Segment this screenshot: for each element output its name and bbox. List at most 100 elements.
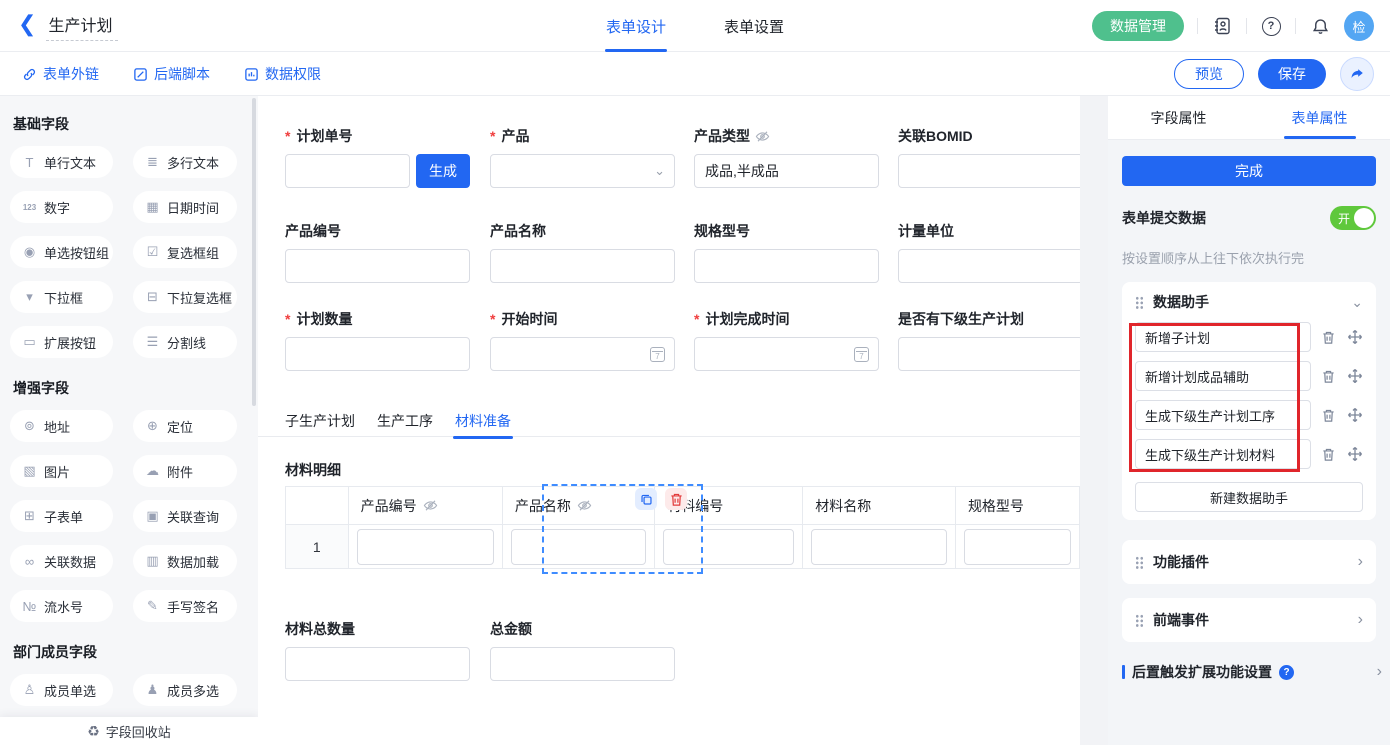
post-trigger-settings-row[interactable]: 后置触发扩展功能设置 ? › [1122, 662, 1382, 682]
canvas-field-6[interactable]: 规格型号 [694, 221, 879, 283]
chevron-down-icon[interactable]: ⌄ [1351, 294, 1363, 311]
frontend-event-card[interactable]: 前端事件 › [1122, 598, 1376, 642]
drag-handle-icon[interactable] [1135, 296, 1144, 309]
generate-button[interactable]: 生成 [416, 154, 470, 188]
sidebar-field-locate[interactable]: ⊕定位 [133, 410, 237, 442]
chevron-right-icon[interactable]: › [1377, 663, 1382, 681]
help-icon[interactable]: ? [1260, 15, 1282, 37]
field-recycle-bin[interactable]: ♻ 字段回收站 [0, 717, 258, 745]
sidebar-field-checkbox-group[interactable]: ☑复选框组 [133, 236, 237, 268]
done-button[interactable]: 完成 [1122, 156, 1376, 186]
select-input[interactable]: ⌄ [490, 154, 675, 188]
text-input[interactable]: 成品,半成品 [694, 154, 879, 188]
canvas-field-9[interactable]: *开始时间 [490, 309, 675, 371]
drag-handle-icon[interactable] [1135, 614, 1144, 627]
canvas-field-1[interactable]: *产品⌄ [490, 126, 675, 188]
text-input[interactable] [490, 647, 675, 681]
toolbar-link-0[interactable]: 表单外链 [22, 64, 99, 84]
move-icon[interactable] [1346, 446, 1363, 463]
canvas-footer-field-0[interactable]: 材料总数量 [285, 619, 470, 681]
sidebar-field-dropdown[interactable]: ▾下拉框 [10, 281, 113, 313]
text-input[interactable] [694, 249, 879, 283]
sidebar-field-image[interactable]: ▧图片 [10, 455, 113, 487]
canvas-field-10[interactable]: *计划完成时间 [694, 309, 879, 371]
text-input[interactable] [898, 154, 1080, 188]
detail-tab-1[interactable]: 生产工序 [377, 411, 433, 439]
move-icon[interactable] [1346, 329, 1363, 346]
sidebar-field-subform[interactable]: ⊞子表单 [10, 500, 113, 532]
sidebar-field-divider[interactable]: ☰分割线 [133, 326, 237, 358]
chevron-right-icon[interactable]: › [1358, 553, 1363, 571]
share-icon[interactable] [1340, 57, 1374, 91]
user-avatar[interactable]: 检 [1344, 11, 1374, 41]
assistant-item-name[interactable]: 新增子计划 [1135, 322, 1311, 352]
canvas-field-7[interactable]: 计量单位 [898, 221, 1080, 283]
canvas-footer-field-1[interactable]: 总金额 [490, 619, 675, 681]
save-button[interactable]: 保存 [1258, 59, 1326, 89]
sidebar-field-attachment[interactable]: ☁附件 [133, 455, 237, 487]
toolbar-link-1[interactable]: 后端脚本 [133, 64, 210, 84]
text-input[interactable] [285, 337, 470, 371]
move-icon[interactable] [1346, 368, 1363, 385]
drag-handle-icon[interactable] [1135, 556, 1144, 569]
delete-icon[interactable] [1320, 407, 1337, 424]
delete-icon[interactable] [1320, 368, 1337, 385]
detail-tab-2[interactable]: 材料准备 [455, 411, 511, 439]
text-input[interactable] [898, 337, 1080, 371]
canvas-field-3[interactable]: 关联BOMID [898, 126, 1080, 188]
function-plugin-card[interactable]: 功能插件 › [1122, 540, 1376, 584]
sidebar-field-member-multi[interactable]: ♟成员多选 [133, 674, 237, 706]
assistant-item-name[interactable]: 生成下级生产计划工序 [1135, 400, 1311, 430]
new-data-assistant-button[interactable]: 新建数据助手 [1135, 482, 1363, 512]
date-input[interactable] [694, 337, 879, 371]
delete-column-icon[interactable] [665, 488, 687, 510]
detail-tab-0[interactable]: 子生产计划 [285, 411, 355, 439]
text-input[interactable] [285, 249, 470, 283]
date-input[interactable] [490, 337, 675, 371]
contact-book-icon[interactable] [1211, 15, 1233, 37]
back-icon[interactable]: ❮ [18, 13, 36, 35]
sidebar-field-linked-query[interactable]: ▣关联查询 [133, 500, 237, 532]
canvas-field-5[interactable]: 产品名称 [490, 221, 675, 283]
assistant-item-name[interactable]: 生成下级生产计划材料 [1135, 439, 1311, 469]
notification-bell-icon[interactable] [1309, 15, 1331, 37]
delete-icon[interactable] [1320, 446, 1337, 463]
canvas-field-11[interactable]: 是否有下级生产计划 [898, 309, 1080, 371]
delete-icon[interactable] [1320, 329, 1337, 346]
help-badge-icon[interactable]: ? [1279, 665, 1294, 680]
canvas-field-8[interactable]: *计划数量 [285, 309, 470, 371]
sidebar-field-dropdown-multi[interactable]: ⊟下拉复选框 [133, 281, 237, 313]
data-manage-button[interactable]: 数据管理 [1092, 11, 1184, 41]
panel-tab-field-props[interactable]: 字段属性 [1108, 96, 1249, 139]
sidebar-field-linked-data[interactable]: ∞关联数据 [10, 545, 113, 577]
sidebar-field-member-single[interactable]: ♙成员单选 [10, 674, 113, 706]
sidebar-field-radio-group[interactable]: ◉单选按钮组 [10, 236, 113, 268]
chevron-right-icon[interactable]: › [1358, 611, 1363, 629]
sidebar-field-extend-button[interactable]: ▭扩展按钮 [10, 326, 113, 358]
header-tab-form-design[interactable]: 表单设计 [606, 0, 666, 52]
text-input[interactable] [898, 249, 1080, 283]
sidebar-field-address[interactable]: ⊚地址 [10, 410, 113, 442]
cell-input[interactable] [357, 529, 494, 565]
canvas-field-4[interactable]: 产品编号 [285, 221, 470, 283]
cell-input[interactable] [663, 529, 794, 565]
header-tab-form-settings[interactable]: 表单设置 [724, 0, 784, 52]
sidebar-scrollbar[interactable] [252, 98, 256, 406]
move-icon[interactable] [1346, 407, 1363, 424]
copy-column-icon[interactable] [635, 488, 657, 510]
sidebar-field-serial-number[interactable]: №流水号 [10, 590, 113, 622]
cell-input[interactable] [511, 529, 646, 565]
sidebar-field-datetime[interactable]: ▦日期时间 [133, 191, 237, 223]
panel-tab-form-props[interactable]: 表单属性 [1249, 96, 1390, 139]
text-input[interactable] [490, 249, 675, 283]
sidebar-field-multi-line-text[interactable]: ≣多行文本 [133, 146, 237, 178]
cell-input[interactable] [811, 529, 947, 565]
canvas-field-0[interactable]: *计划单号生成 [285, 126, 470, 188]
cell-input[interactable] [964, 529, 1071, 565]
text-input[interactable] [285, 154, 410, 188]
assistant-item-name[interactable]: 新增计划成品辅助 [1135, 361, 1311, 391]
toolbar-link-2[interactable]: 数据权限 [244, 64, 321, 84]
canvas-field-2[interactable]: 产品类型成品,半成品 [694, 126, 879, 188]
sidebar-field-data-load[interactable]: ▥数据加载 [133, 545, 237, 577]
sidebar-field-signature[interactable]: ✎手写签名 [133, 590, 237, 622]
